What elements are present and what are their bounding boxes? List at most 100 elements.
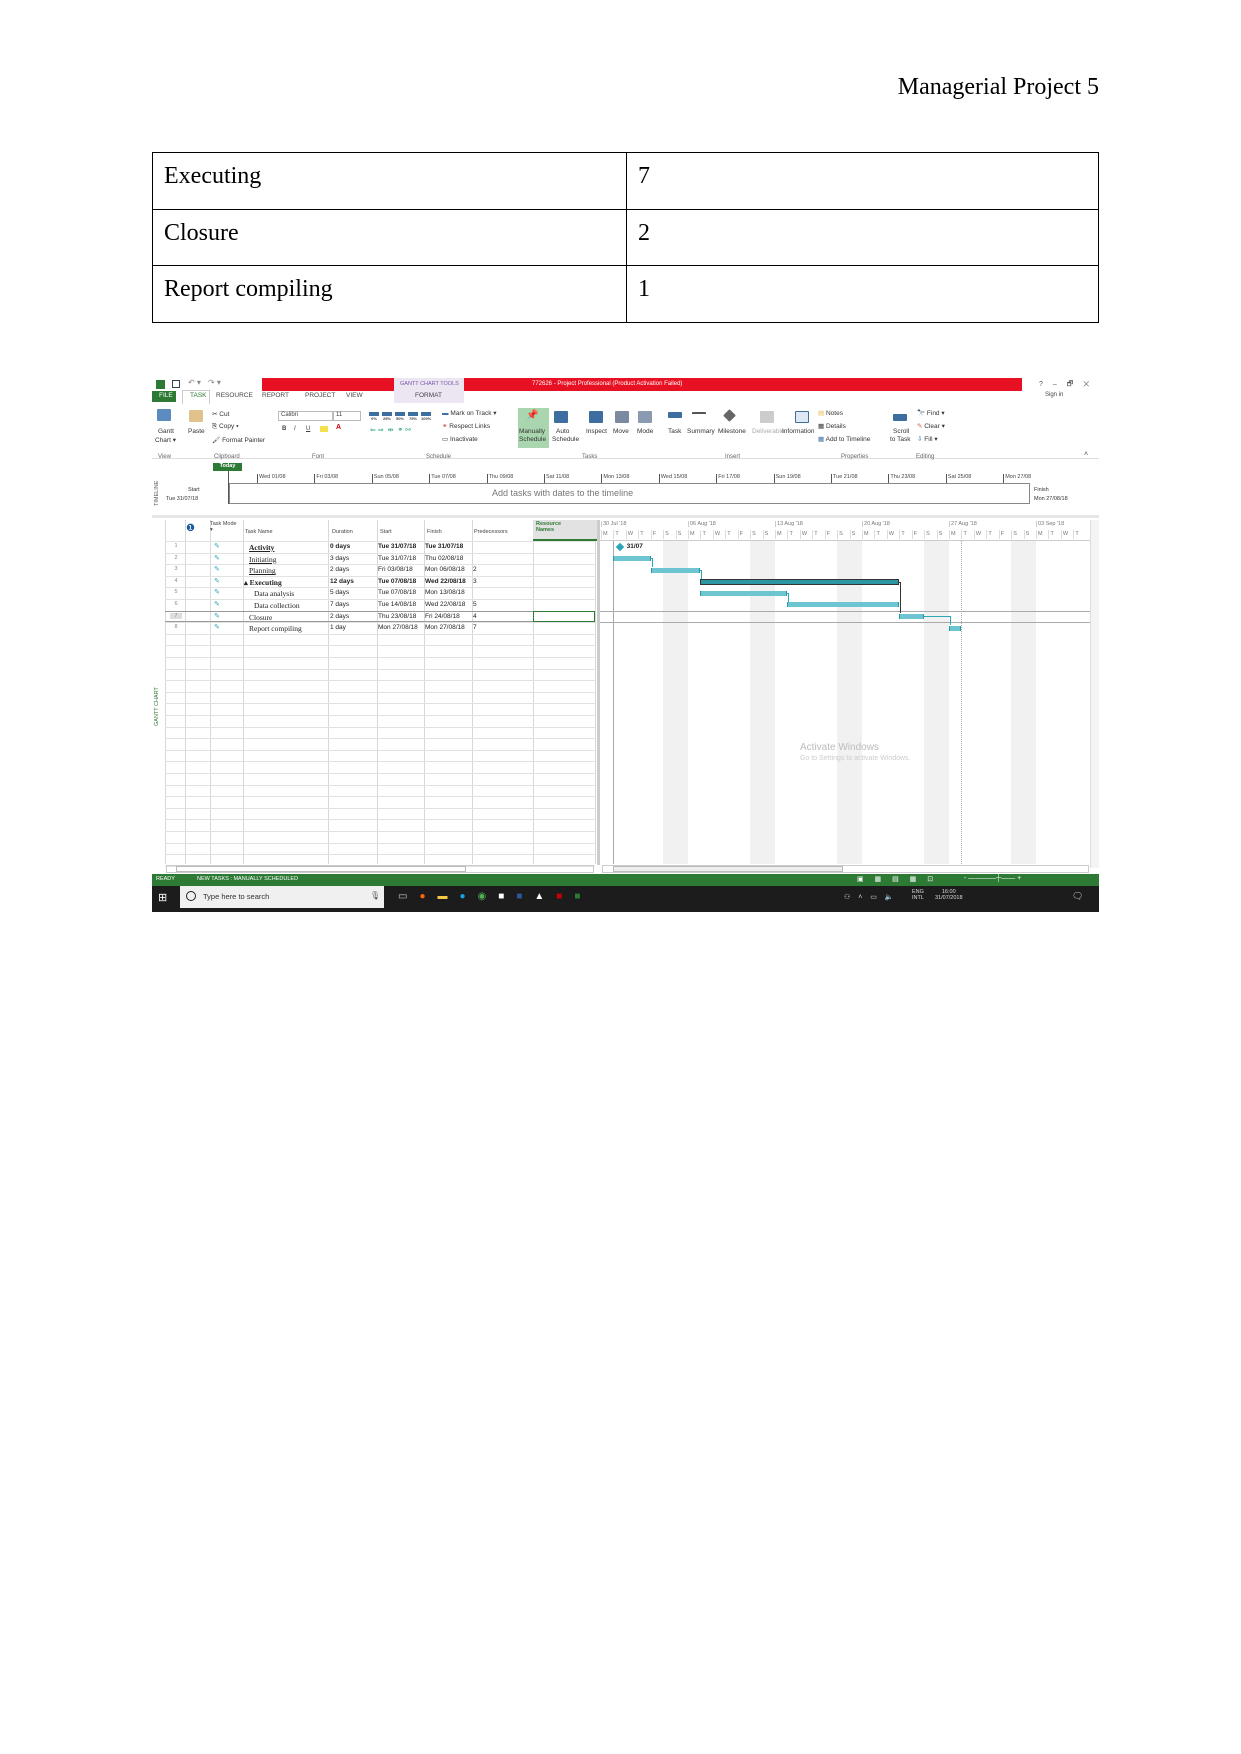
system-tray-icons[interactable]: ⚇ ˄ ▭ 🔈 — [844, 893, 894, 901]
col-predecessors[interactable]: Predecessors — [474, 529, 508, 535]
information-button[interactable]: Information — [782, 428, 815, 435]
row-id[interactable]: 1 — [170, 543, 182, 549]
task-name[interactable]: Data collection — [254, 601, 338, 610]
row-id[interactable]: 4 — [170, 578, 182, 584]
row-id[interactable]: 7 — [170, 612, 182, 619]
help-button[interactable]: ? — [1039, 381, 1043, 388]
copy-button[interactable]: ⎘ Copy ▾ — [212, 423, 239, 431]
task-predecessors[interactable]: 5 — [473, 601, 531, 608]
add-to-timeline-button[interactable]: ▦ Add to Timeline — [818, 435, 870, 443]
clock[interactable]: 16:00 31/07/2018 — [935, 889, 963, 901]
inspect-icon[interactable] — [589, 411, 603, 423]
paste-icon[interactable] — [189, 410, 203, 422]
cut-button[interactable]: ✂ Cut — [212, 410, 229, 418]
inspect-button[interactable]: Inspect — [586, 428, 607, 435]
task-finish[interactable]: Tue 31/07/18 — [425, 543, 471, 550]
word-icon[interactable]: ■ — [516, 891, 522, 902]
project-taskbar-icon[interactable]: ■ — [574, 891, 580, 902]
task-duration[interactable]: 2 days — [330, 566, 376, 573]
insert-summary-button[interactable]: Summary — [687, 428, 715, 435]
format-painter-button[interactable]: 🖌 Format Painter — [212, 436, 265, 444]
task-duration[interactable]: 7 days — [330, 601, 376, 608]
save-icon[interactable] — [172, 380, 180, 388]
auto-schedule-button[interactable]: Auto — [556, 428, 569, 435]
font-name-select[interactable]: Calibri — [278, 411, 333, 421]
bold-button[interactable]: B — [282, 426, 286, 432]
sticky-notes-icon[interactable]: ■ — [498, 891, 504, 902]
col-task-name[interactable]: Task Name — [245, 529, 273, 535]
fill-button[interactable]: ⇩ Fill ▾ — [917, 435, 938, 443]
font-size-select[interactable]: 11 — [333, 411, 361, 421]
close-button[interactable]: ✕ — [1083, 381, 1089, 388]
italic-button[interactable]: I — [294, 426, 296, 432]
respect-links-button[interactable]: ⚭ Respect Links — [442, 422, 490, 430]
task-duration[interactable]: 5 days — [330, 589, 376, 596]
task-name[interactable]: Report compiling — [249, 624, 333, 633]
mode-button[interactable]: Mode — [637, 428, 653, 435]
task-insert-icon[interactable] — [668, 412, 682, 418]
language-indicator[interactable]: ENG INTL — [912, 889, 924, 901]
task-name[interactable]: Initiating — [249, 555, 333, 564]
task-start[interactable]: Tue 31/07/18 — [378, 543, 423, 550]
microphone-icon[interactable]: 🎙 — [370, 891, 380, 900]
task-name[interactable]: Activity — [249, 543, 333, 552]
task-duration[interactable]: 2 days — [330, 613, 376, 620]
restore-button[interactable]: 🗗 — [1067, 381, 1074, 388]
row-id[interactable]: 5 — [170, 589, 182, 595]
task-start[interactable]: Mon 27/08/18 — [378, 624, 423, 631]
task-duration[interactable]: 3 days — [330, 555, 376, 562]
view-shortcut-icons[interactable]: ▣ ▦ ▤ ▦ ⊡ — [857, 875, 933, 883]
move-icon[interactable] — [615, 411, 629, 423]
task-duration[interactable]: 12 days — [330, 578, 376, 585]
scroll-to-task-icon[interactable] — [893, 414, 907, 421]
collapse-ribbon-icon[interactable]: ˄ — [1084, 451, 1088, 458]
pct-0-button[interactable]: 0% — [369, 412, 379, 421]
pct-25-button[interactable]: 25% — [382, 412, 392, 421]
paste-button[interactable]: Paste — [188, 428, 205, 435]
task-start[interactable]: Tue 14/08/18 — [378, 601, 423, 608]
tab-file[interactable]: FILE — [159, 392, 173, 399]
task-predecessors[interactable]: 4 — [473, 613, 531, 620]
task-duration[interactable]: 1 day — [330, 624, 376, 631]
task-finish[interactable]: Wed 22/08/18 — [425, 578, 471, 585]
task-predecessors[interactable]: 2 — [473, 566, 531, 573]
row-id[interactable]: 3 — [170, 566, 182, 572]
chrome-icon[interactable]: ◉ — [478, 891, 487, 902]
windows-start-icon[interactable]: ⊞ — [158, 891, 167, 904]
task-predecessors[interactable]: 7 — [473, 624, 531, 631]
task-finish[interactable]: Mon 13/08/18 — [425, 589, 471, 596]
task-finish[interactable]: Mon 06/08/18 — [425, 566, 471, 573]
pct-75-button[interactable]: 75% — [408, 412, 418, 421]
action-center-icon[interactable]: 🗨 — [1072, 891, 1083, 902]
col-finish[interactable]: Finish — [427, 529, 442, 535]
task-name[interactable]: Data analysis — [254, 589, 338, 598]
details-button[interactable]: ▦ Details — [818, 422, 846, 430]
tab-view[interactable]: VIEW — [346, 392, 363, 399]
gantt-chart-icon[interactable] — [157, 409, 171, 421]
grid-scroll-thumb[interactable] — [176, 866, 466, 872]
acrobat-icon[interactable]: ■ — [556, 891, 562, 902]
task-start[interactable]: Tue 07/08/18 — [378, 589, 423, 596]
tab-format[interactable]: FORMAT — [415, 392, 442, 399]
vertical-scrollbar[interactable] — [1090, 520, 1099, 868]
zoom-slider[interactable]: - ————┼—— + — [964, 875, 1021, 882]
photos-icon[interactable]: ▲ — [534, 891, 544, 902]
task-start[interactable]: Fri 03/08/18 — [378, 566, 423, 573]
pct-100-button[interactable]: 100% — [421, 412, 431, 421]
skype-icon[interactable]: ● — [460, 891, 466, 902]
deliverable-icon[interactable] — [760, 411, 774, 423]
row-id[interactable]: 6 — [170, 601, 182, 607]
tab-task[interactable]: TASK — [190, 392, 207, 399]
mode-icon[interactable] — [638, 411, 652, 423]
summary-icon[interactable] — [692, 412, 706, 418]
minimize-button[interactable]: – — [1053, 381, 1057, 388]
gantt-chart-dropdown[interactable]: Chart ▾ — [155, 436, 176, 444]
insert-milestone-button[interactable]: Milestone — [718, 428, 746, 435]
inactivate-button[interactable]: ▭ Inactivate — [442, 435, 478, 443]
task-finish[interactable]: Fri 24/08/18 — [425, 613, 471, 620]
chart-scroll-thumb[interactable] — [613, 866, 843, 872]
task-start[interactable]: Thu 23/08/18 — [378, 613, 423, 620]
tab-report[interactable]: REPORT — [262, 392, 289, 399]
task-name[interactable]: ▴ Executing — [244, 578, 328, 587]
col-duration[interactable]: Duration — [332, 529, 353, 535]
